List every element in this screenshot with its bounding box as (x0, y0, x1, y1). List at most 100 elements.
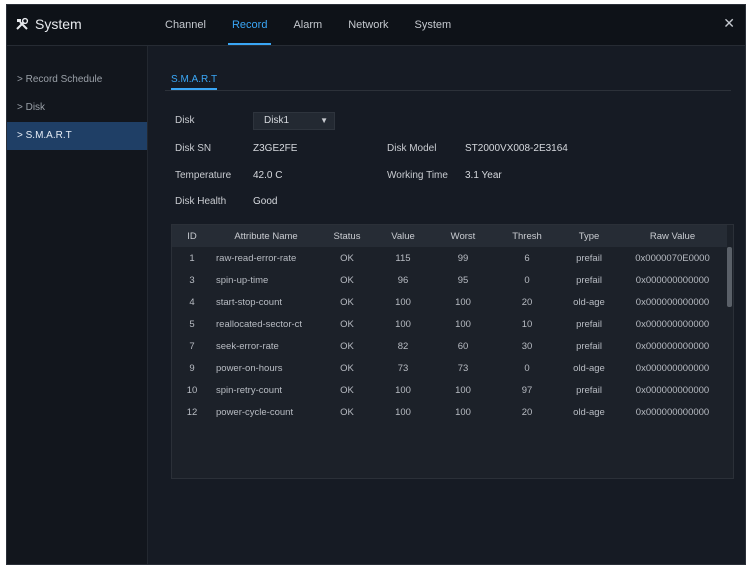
cell-id: 10 (186, 384, 198, 396)
header-raw-value: Raw Value (649, 230, 696, 242)
cell-thresh: 0 (524, 274, 530, 286)
disk-label: Disk (175, 115, 195, 126)
cell-id: 9 (189, 362, 195, 374)
chevron-down-icon: ▼ (320, 116, 328, 125)
cell-status: OK (340, 340, 354, 352)
cell-type: prefail (576, 252, 602, 264)
cell-attribute-name: spin-retry-count (216, 384, 282, 396)
disk-select[interactable]: Disk1 ▼ (253, 112, 335, 130)
app-title-text: System (35, 16, 82, 32)
table-row[interactable]: 4 start-stop-count OK 100 100 20 old-age 0x0000… (172, 291, 727, 313)
cell-value: 115 (395, 252, 411, 264)
table-row[interactable]: 9 power-on-hours OK 73 73 0 old-age 0x000000000… (172, 357, 727, 379)
table-header-row: ID Attribute Name Status Value Worst Thr… (172, 225, 727, 247)
cell-thresh: 20 (521, 296, 533, 308)
tab-system[interactable]: System (407, 5, 460, 45)
disk-select-value: Disk1 (264, 115, 290, 126)
table-row[interactable]: 7 seek-error-rate OK 82 60 30 prefail 0x0000000… (172, 335, 727, 357)
cell-worst: 100 (455, 296, 471, 308)
cell-id: 1 (189, 252, 195, 264)
subtab-smart[interactable]: S.M.A.R.T (171, 74, 218, 90)
cell-raw-value: 0x000000000000 (635, 340, 710, 352)
cell-type: prefail (576, 318, 602, 330)
cell-raw-value: 0x000000000000 (635, 362, 710, 374)
cell-thresh: 6 (524, 252, 530, 264)
tab-network[interactable]: Network (340, 5, 396, 45)
cell-value: 100 (395, 296, 411, 308)
cell-raw-value: 0x000000000000 (635, 384, 710, 396)
cell-value: 82 (397, 340, 409, 352)
cell-status: OK (340, 406, 354, 418)
close-icon[interactable]: ✕ (723, 15, 735, 32)
cell-thresh: 20 (521, 406, 533, 418)
table-row[interactable]: 1 raw-read-error-rate OK 115 99 6 prefail 0x000… (172, 247, 727, 269)
cell-thresh: 0 (524, 362, 530, 374)
cell-raw-value: 0x000000000000 (635, 406, 710, 418)
cell-worst: 100 (455, 406, 471, 418)
header-worst: Worst (450, 230, 476, 242)
cell-attribute-name: raw-read-error-rate (216, 252, 297, 264)
cell-id: 5 (189, 318, 195, 330)
disk-model-value: ST2000VX008-2E3164 (465, 143, 568, 154)
header-value: Value (391, 230, 415, 242)
cell-raw-value: 0x0000070E0000 (635, 252, 710, 264)
cell-worst: 100 (455, 318, 471, 330)
table-scrollbar[interactable] (727, 247, 732, 307)
table-row[interactable]: 5 reallocated-sector-ct OK 100 100 10 prefail 0… (172, 313, 727, 335)
cell-value: 100 (395, 406, 411, 418)
tab-channel[interactable]: Channel (157, 5, 214, 45)
tab-record[interactable]: Record (224, 5, 275, 45)
cell-raw-value: 0x000000000000 (635, 296, 710, 308)
disk-health-value: Good (253, 196, 278, 207)
cell-value: 73 (397, 362, 409, 374)
disk-model-label: Disk Model (387, 143, 437, 154)
cell-status: OK (340, 296, 354, 308)
table-row[interactable]: 10 spin-retry-count OK 100 100 97 prefail 0x000… (172, 379, 727, 401)
cell-id: 7 (189, 340, 195, 352)
cell-thresh: 97 (521, 384, 533, 396)
table-row[interactable]: 3 spin-up-time OK 96 95 0 prefail 0x00000000000… (172, 269, 727, 291)
cell-type: old-age (573, 406, 605, 418)
cell-attribute-name: seek-error-rate (216, 340, 279, 352)
cell-raw-value: 0x000000000000 (635, 274, 710, 286)
header-type: Type (578, 230, 600, 242)
tab-alarm[interactable]: Alarm (285, 5, 330, 45)
temperature-label: Temperature (175, 170, 232, 181)
cell-status: OK (340, 384, 354, 396)
sidebar-item-record-schedule[interactable]: > Record Schedule (7, 66, 147, 94)
working-time-label: Working Time (387, 170, 448, 181)
cell-value: 100 (395, 384, 411, 396)
disk-sn-value: Z3GE2FE (253, 143, 298, 154)
cell-id: 4 (189, 296, 195, 308)
cell-status: OK (340, 252, 354, 264)
main-tabs: Channel Record Alarm Network System (157, 5, 469, 45)
cell-type: prefail (576, 384, 602, 396)
cell-worst: 100 (455, 384, 471, 396)
cell-worst: 99 (457, 252, 469, 264)
cell-id: 3 (189, 274, 195, 286)
header-status: Status (333, 230, 361, 242)
tools-icon (16, 17, 29, 30)
system-window: System Channel Record Alarm Network Syst… (6, 4, 746, 565)
smart-table: ID Attribute Name Status Value Worst Thr… (172, 225, 727, 423)
header-thresh: Thresh (512, 230, 542, 242)
top-bar: System Channel Record Alarm Network Syst… (7, 5, 745, 46)
cell-raw-value: 0x000000000000 (635, 318, 710, 330)
working-time-value: 3.1 Year (465, 170, 502, 181)
cell-type: old-age (573, 296, 605, 308)
cell-status: OK (340, 362, 354, 374)
cell-attribute-name: power-on-hours (216, 362, 283, 374)
subtab-bar: S.M.A.R.T (165, 70, 731, 91)
cell-type: prefail (576, 274, 602, 286)
cell-attribute-name: power-cycle-count (216, 406, 294, 418)
header-id: ID (187, 230, 197, 242)
table-row[interactable]: 12 power-cycle-count OK 100 100 20 old-age 0x00… (172, 401, 727, 423)
sidebar: > Record Schedule > Disk > S.M.A.R.T (7, 46, 148, 564)
sidebar-item-smart[interactable]: > S.M.A.R.T (7, 122, 147, 150)
cell-status: OK (340, 318, 354, 330)
smart-table-container[interactable]: ID Attribute Name Status Value Worst Thr… (171, 224, 734, 479)
sidebar-item-disk[interactable]: > Disk (7, 94, 147, 122)
cell-id: 12 (186, 406, 198, 418)
cell-attribute-name: spin-up-time (216, 274, 269, 286)
